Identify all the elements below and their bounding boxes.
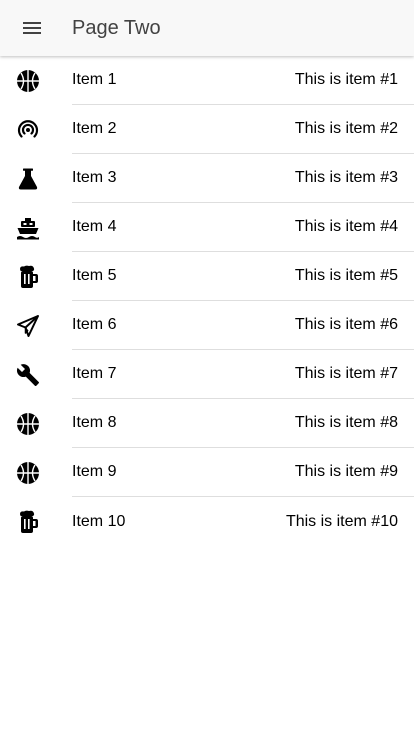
item-label: Item 7 [72, 365, 117, 382]
list-item[interactable]: Item 7 This is item #7 [0, 350, 414, 399]
flask-icon [18, 168, 38, 189]
wrench-icon [16, 363, 39, 386]
item-note: This is item #7 [294, 365, 398, 382]
list-item[interactable]: Item 2 This is item #2 [0, 105, 414, 154]
beer-icon [20, 265, 38, 288]
list-item[interactable]: Item 3 This is item #3 [0, 154, 414, 203]
item-note: This is item #2 [294, 120, 398, 137]
list-item[interactable]: Item 8 This is item #8 [0, 399, 414, 448]
page-title: Page Two [72, 16, 161, 39]
basketball-icon [17, 461, 39, 484]
item-note: This is item #10 [285, 512, 398, 530]
paper-plane-icon [17, 314, 39, 337]
list-item[interactable]: Item 1 This is item #1 [0, 56, 414, 105]
list-item[interactable]: Item 9 This is item #9 [0, 448, 414, 497]
list-item[interactable]: Item 4 This is item #4 [0, 203, 414, 252]
wifi-icon [17, 119, 39, 138]
boat-icon [17, 217, 39, 239]
item-note: This is item #5 [294, 267, 398, 284]
list-item[interactable]: Item 5 This is item #5 [0, 252, 414, 301]
item-note: This is item #4 [294, 218, 398, 235]
item-label: Item 3 [72, 169, 117, 186]
list-item[interactable]: Item 10 This is item #10 [0, 497, 414, 546]
item-note: This is item #8 [294, 414, 398, 431]
item-label: Item 5 [72, 267, 117, 284]
menu-button[interactable] [0, 0, 64, 56]
item-label: Item 9 [72, 463, 117, 480]
item-label: Item 1 [72, 71, 117, 88]
item-label: Item 2 [72, 120, 117, 137]
item-note: This is item #9 [294, 463, 398, 480]
basketball-icon [17, 412, 39, 435]
item-label: Item 8 [72, 414, 117, 431]
menu-icon [23, 22, 41, 34]
toolbar: Page Two [0, 0, 414, 56]
item-note: This is item #3 [294, 169, 398, 186]
list-item[interactable]: Item 6 This is item #6 [0, 301, 414, 350]
item-note: This is item #1 [294, 71, 398, 88]
item-label: Item 10 [72, 512, 126, 530]
item-label: Item 4 [72, 218, 117, 235]
beer-icon [20, 510, 38, 533]
item-label: Item 6 [72, 316, 117, 333]
basketball-icon [17, 69, 39, 92]
item-note: This is item #6 [294, 316, 398, 333]
item-list: Item 1 This is item #1 Item 2 This is it… [0, 56, 414, 546]
